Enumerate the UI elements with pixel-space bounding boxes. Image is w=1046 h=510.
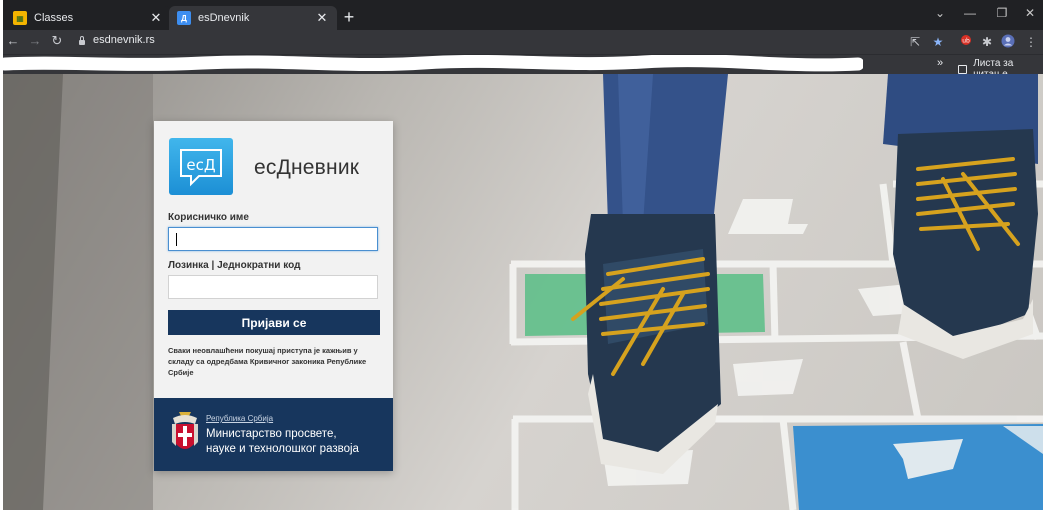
tab-title: esDnevnik xyxy=(198,12,250,24)
lock-icon xyxy=(79,35,85,45)
esdnevnik-logo-icon: есД xyxy=(169,138,233,195)
close-tab-icon[interactable]: ✕ xyxy=(315,10,329,26)
username-label: Корисничко име xyxy=(168,212,249,223)
tab-bar: ▦ Classes ✕ Д esDnevnik ✕ + ⌄ — ❐ ✕ xyxy=(3,0,1043,30)
bookmarks-overflow-button[interactable]: » xyxy=(937,57,943,69)
login-button[interactable]: Пријави се xyxy=(168,310,380,335)
extensions-puzzle-icon[interactable]: ✱ xyxy=(979,34,995,50)
serbia-coat-of-arms-icon xyxy=(172,412,198,449)
profile-avatar-icon[interactable] xyxy=(1000,34,1016,50)
brand-name: есДневник xyxy=(254,156,360,179)
tab-search-icon[interactable]: ⌄ xyxy=(925,6,955,20)
url-text: esdnevnik.rs xyxy=(93,34,155,46)
reading-list-icon xyxy=(958,64,968,74)
address-bar[interactable]: esdnevnik.rs xyxy=(79,34,155,46)
republic-label[interactable]: Република Србија xyxy=(206,414,273,423)
browser-window: ▦ Classes ✕ Д esDnevnik ✕ + ⌄ — ❐ ✕ ← → … xyxy=(3,0,1043,510)
restore-icon[interactable]: ❐ xyxy=(987,6,1017,20)
share-icon[interactable]: ⇱ xyxy=(907,34,923,50)
username-input[interactable] xyxy=(168,227,378,251)
legal-notice: Сваки неовлашћени покушај приступа је ка… xyxy=(168,346,367,377)
password-label: Лозинка | Једнократни код xyxy=(168,260,301,271)
bookmark-star-icon[interactable]: ★ xyxy=(930,34,946,50)
tab-esdnevnik[interactable]: Д esDnevnik ✕ xyxy=(169,6,337,30)
classes-favicon-icon: ▦ xyxy=(13,11,27,25)
minimize-icon[interactable]: — xyxy=(955,6,985,20)
tab-classes[interactable]: ▦ Classes ✕ xyxy=(5,6,171,30)
bookmarks-bar: » Листа за читање xyxy=(3,54,1043,80)
page-content: есД есДневник Корисничко име Лозинка | Ј… xyxy=(3,74,1043,510)
close-window-icon[interactable]: ✕ xyxy=(1015,6,1043,20)
esdnevnik-favicon-icon: Д xyxy=(177,11,191,25)
forward-icon[interactable]: → xyxy=(27,33,43,48)
text-cursor xyxy=(176,233,177,246)
redaction-scribble xyxy=(3,55,863,72)
tab-title: Classes xyxy=(34,12,74,24)
logo-text: есД xyxy=(186,156,215,174)
close-tab-icon[interactable]: ✕ xyxy=(149,10,163,26)
svg-text:ub: ub xyxy=(962,38,970,45)
new-tab-button[interactable]: + xyxy=(339,7,359,27)
login-card: есД есДневник Корисничко име Лозинка | Ј… xyxy=(154,121,393,471)
ministry-line-1: Министарство просвете, xyxy=(206,428,337,440)
menu-kebab-icon[interactable]: ⋮ xyxy=(1023,34,1039,50)
ministry-footer: Република Србија Министарство просвете, … xyxy=(154,398,393,471)
ministry-line-2: науке и технолошког развоја xyxy=(206,443,359,455)
password-input[interactable] xyxy=(168,275,378,299)
reload-icon[interactable]: ↻ xyxy=(49,33,65,49)
extension-adblock-icon[interactable]: ub xyxy=(958,34,974,50)
browser-toolbar: ← → ↻ esdnevnik.rs ⇱ ★ ub ✱ ⋮ xyxy=(3,30,1043,54)
back-icon[interactable]: ← xyxy=(5,33,21,48)
